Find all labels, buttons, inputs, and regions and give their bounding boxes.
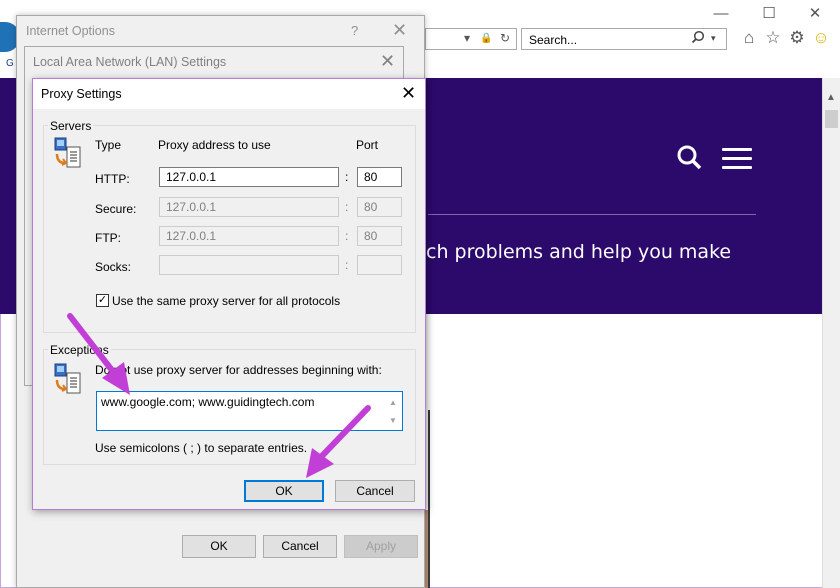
secure-port-input[interactable]: 80	[357, 197, 402, 217]
feedback-icon[interactable]: ☺	[810, 28, 832, 48]
address-bar[interactable]: ▾ 🔒 ↻	[425, 28, 517, 50]
exceptions-network-icon	[53, 363, 83, 395]
scroll-down-icon[interactable]: ▼	[389, 416, 397, 425]
address-dropdown-icon[interactable]: ▾	[464, 31, 470, 45]
page-photo-edge	[428, 410, 430, 588]
refresh-icon[interactable]: ↻	[500, 31, 510, 45]
same-proxy-label[interactable]: Use the same proxy server for all protoc…	[112, 294, 340, 308]
search-dropdown-icon[interactable]: ▾	[711, 33, 716, 44]
ftp-separator: :	[345, 229, 349, 243]
address-column-header: Proxy address to use	[158, 138, 271, 152]
internet-options-cancel-button[interactable]: Cancel	[263, 535, 337, 558]
hamburger-menu-icon[interactable]	[722, 148, 752, 169]
http-label: HTTP:	[95, 172, 130, 186]
exceptions-textarea[interactable]: www.google.com; www.guidingtech.com ▲ ▼	[96, 391, 403, 431]
favorites-icon[interactable]: ☆	[762, 28, 784, 48]
http-address-input[interactable]: 127.0.0.1	[159, 167, 339, 187]
tab-logo-letter: G	[6, 58, 14, 69]
page-scrollbar[interactable]: ▲	[822, 78, 840, 588]
ftp-port-input[interactable]: 80	[357, 226, 402, 246]
scroll-up-icon[interactable]: ▲	[389, 398, 397, 407]
socks-separator: :	[345, 258, 349, 272]
minimize-button[interactable]: —	[706, 4, 736, 24]
search-input[interactable]: Search... ▾	[521, 28, 727, 50]
internet-options-close-button[interactable]: ✕	[392, 20, 407, 41]
internet-options-title: Internet Options	[26, 24, 115, 38]
proxy-settings-dialog: Proxy Settings ✕ Servers Type Proxy addr…	[32, 78, 426, 510]
exceptions-description: Do not use proxy server for addresses be…	[95, 363, 382, 377]
lan-settings-close-button[interactable]: ✕	[380, 51, 395, 72]
site-search-icon[interactable]	[676, 144, 702, 170]
secure-address-input[interactable]: 127.0.0.1	[159, 197, 339, 217]
type-column-header: Type	[95, 138, 122, 152]
proxy-settings-title: Proxy Settings	[41, 87, 122, 101]
lan-settings-title: Local Area Network (LAN) Settings	[33, 55, 227, 69]
page-banner: ch problems and help you make	[426, 78, 822, 314]
exceptions-scrollbar[interactable]: ▲ ▼	[385, 392, 402, 430]
page-tagline: ch problems and help you make	[426, 241, 732, 263]
socks-port-input[interactable]	[357, 255, 402, 275]
http-separator: :	[345, 170, 349, 184]
home-icon[interactable]: ⌂	[738, 28, 760, 48]
scroll-thumb[interactable]	[825, 110, 838, 128]
servers-network-icon	[53, 137, 83, 169]
exceptions-group-label: Exceptions	[48, 343, 111, 357]
secure-label: Secure:	[95, 202, 137, 216]
help-button[interactable]: ?	[351, 23, 358, 38]
port-column-header: Port	[356, 138, 379, 152]
exceptions-hint: Use semicolons ( ; ) to separate entries…	[95, 441, 308, 455]
socks-address-input[interactable]	[159, 255, 339, 275]
tools-icon[interactable]: ⚙	[786, 28, 808, 48]
proxy-settings-close-button[interactable]: ✕	[401, 83, 416, 104]
ftp-label: FTP:	[95, 231, 121, 245]
search-icon[interactable]	[691, 30, 705, 47]
ftp-address-input[interactable]: 127.0.0.1	[159, 226, 339, 246]
maximize-button[interactable]: ☐	[754, 4, 784, 24]
search-placeholder: Search...	[529, 33, 578, 47]
same-proxy-checkbox[interactable]: ✓	[96, 294, 109, 307]
internet-options-ok-button[interactable]: OK	[182, 535, 256, 558]
secure-separator: :	[345, 200, 349, 214]
close-button[interactable]: ✕	[800, 4, 830, 24]
http-port-input[interactable]: 80	[357, 167, 402, 187]
lock-icon[interactable]: 🔒	[480, 33, 492, 44]
exceptions-value: www.google.com; www.guidingtech.com	[101, 395, 315, 409]
scroll-up-icon[interactable]: ▲	[826, 92, 836, 103]
banner-divider	[428, 214, 756, 215]
internet-options-apply-button[interactable]: Apply	[344, 535, 418, 558]
proxy-cancel-button[interactable]: Cancel	[335, 480, 415, 502]
socks-label: Socks:	[95, 260, 132, 274]
servers-group-label: Servers	[48, 119, 94, 133]
proxy-ok-button[interactable]: OK	[244, 480, 324, 502]
